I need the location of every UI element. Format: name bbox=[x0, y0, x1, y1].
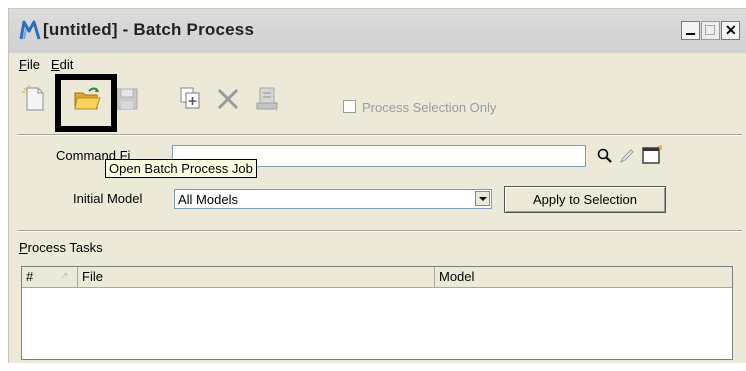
menu-file[interactable]: File bbox=[19, 57, 40, 72]
separator bbox=[17, 230, 742, 232]
initial-model-label: Initial Model bbox=[73, 191, 143, 206]
initial-model-select[interactable]: All Models bbox=[174, 189, 492, 209]
apply-to-selection-button[interactable]: Apply to Selection bbox=[504, 186, 666, 213]
new-job-icon[interactable] bbox=[21, 85, 49, 113]
highlight-box bbox=[55, 74, 117, 132]
column-header-file[interactable]: File bbox=[78, 267, 435, 287]
edit-pencil-icon[interactable] bbox=[618, 147, 636, 165]
delete-icon[interactable] bbox=[214, 85, 242, 113]
process-tasks-table[interactable]: # ↗ File Model bbox=[21, 266, 733, 360]
minimize-button[interactable] bbox=[681, 21, 700, 40]
chevron-down-icon[interactable] bbox=[475, 191, 490, 206]
new-command-file-icon[interactable] bbox=[641, 145, 663, 165]
microstation-app-icon bbox=[19, 20, 41, 40]
menu-edit[interactable]: Edit bbox=[51, 57, 73, 72]
checkbox-box[interactable] bbox=[343, 100, 356, 113]
initial-model-value: All Models bbox=[178, 192, 238, 207]
process-icon[interactable] bbox=[253, 85, 281, 113]
add-files-icon[interactable] bbox=[177, 85, 205, 113]
process-tasks-label: Process Tasks bbox=[19, 240, 103, 255]
column-header-model[interactable]: Model bbox=[435, 267, 732, 287]
menu-bar: File Edit bbox=[9, 53, 746, 75]
process-selection-only-checkbox[interactable]: Process Selection Only bbox=[343, 100, 496, 115]
close-button[interactable] bbox=[721, 21, 740, 40]
search-icon[interactable] bbox=[596, 147, 614, 165]
sort-arrow-icon: ↗ bbox=[60, 271, 69, 282]
title-bar[interactable]: [untitled] - Batch Process bbox=[9, 9, 746, 53]
save-icon[interactable] bbox=[113, 85, 141, 113]
toolbar: Process Selection Only bbox=[9, 75, 746, 121]
maximize-button[interactable] bbox=[701, 21, 720, 40]
column-header-number[interactable]: # ↗ bbox=[22, 267, 78, 287]
window-title: [untitled] - Batch Process bbox=[43, 20, 255, 39]
process-selection-only-label: Process Selection Only bbox=[362, 100, 497, 115]
tooltip: Open Batch Process Job bbox=[105, 159, 257, 178]
table-header: # ↗ File Model bbox=[22, 267, 732, 288]
separator bbox=[17, 134, 742, 136]
batch-process-window: [untitled] - Batch Process File Edit bbox=[8, 8, 746, 363]
